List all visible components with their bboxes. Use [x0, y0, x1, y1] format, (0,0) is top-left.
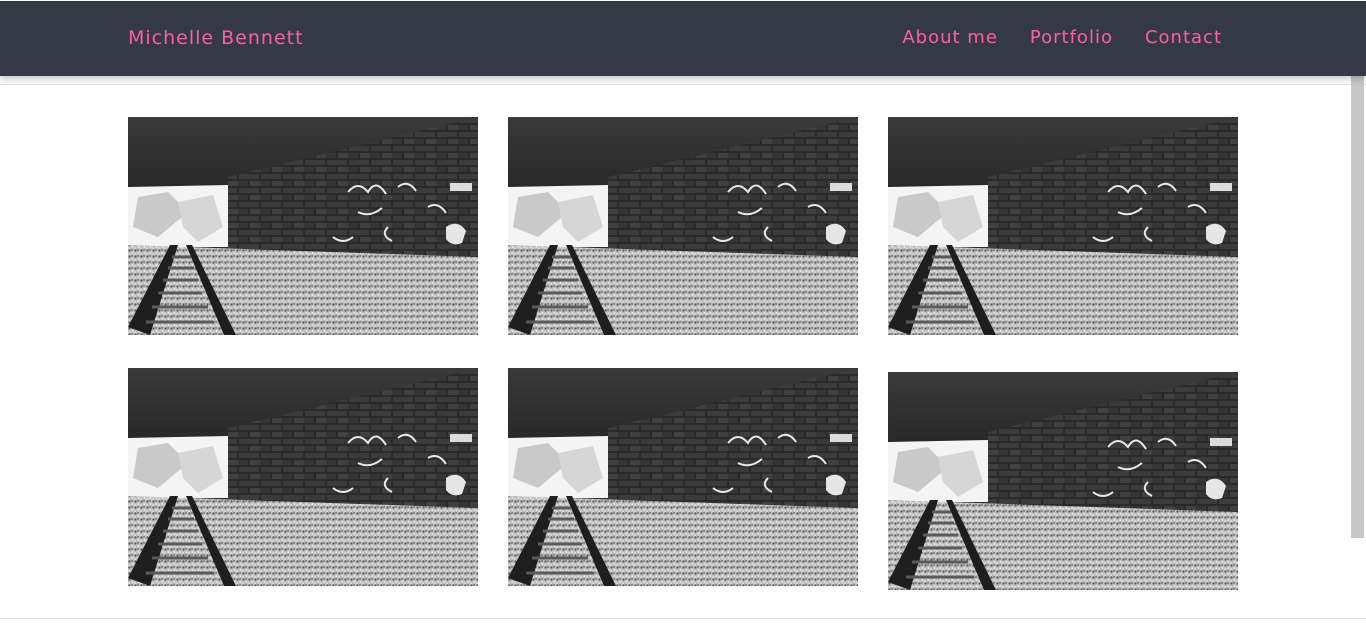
- gallery-image-6[interactable]: [888, 372, 1238, 590]
- navbar: Michelle Bennett About me Portfolio Cont…: [0, 1, 1366, 76]
- footer-divider: [0, 618, 1366, 619]
- gallery-image-2[interactable]: [508, 117, 858, 335]
- nav-about-link[interactable]: About me: [902, 27, 998, 48]
- brand-link[interactable]: Michelle Bennett: [128, 27, 304, 49]
- nav-links: About me Portfolio Contact: [902, 27, 1222, 48]
- nav-portfolio-link[interactable]: Portfolio: [1030, 27, 1113, 48]
- railway-tunnel-image: [888, 117, 1238, 335]
- railway-tunnel-image: [888, 372, 1238, 590]
- railway-tunnel-image: [508, 368, 858, 586]
- header-divider: [0, 84, 1366, 85]
- gallery-image-3[interactable]: [888, 117, 1238, 335]
- railway-tunnel-image: [128, 117, 478, 335]
- nav-contact-link[interactable]: Contact: [1145, 27, 1222, 48]
- railway-tunnel-image: [508, 117, 858, 335]
- gallery-image-5[interactable]: [508, 368, 858, 586]
- scrollbar-thumb[interactable]: [1351, 44, 1364, 538]
- gallery-image-4[interactable]: [128, 368, 478, 586]
- railway-tunnel-image: [128, 368, 478, 586]
- gallery-image-1[interactable]: [128, 117, 478, 335]
